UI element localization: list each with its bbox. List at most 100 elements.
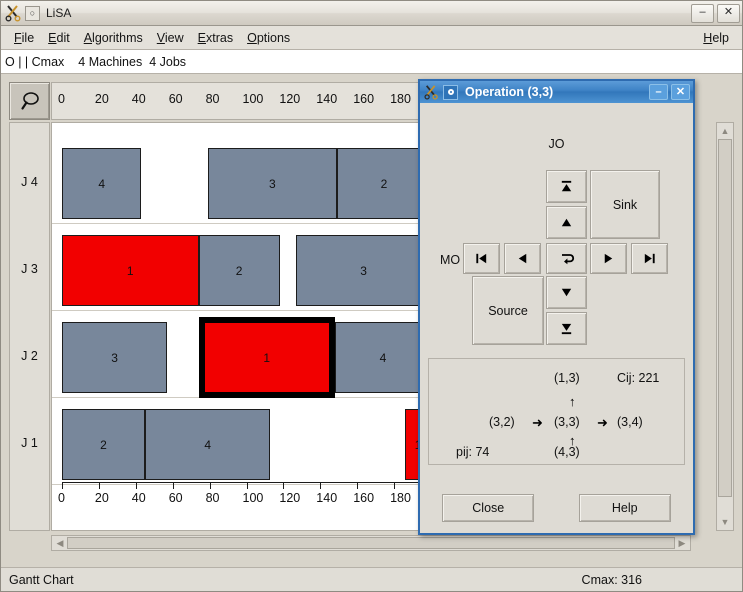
dialog-close-action-button[interactable]: Close bbox=[442, 494, 535, 522]
scissors-icon bbox=[5, 4, 23, 22]
info-bottom-op: (4,3) bbox=[554, 445, 580, 459]
job-row-label: J 4 bbox=[21, 175, 38, 189]
minimize-button[interactable]: – bbox=[691, 3, 714, 23]
main-titlebar: ○ LiSA – ✕ bbox=[1, 1, 742, 26]
gantt-bar-label: 2 bbox=[100, 437, 107, 452]
menu-options[interactable]: Options bbox=[240, 29, 297, 47]
axis-tick bbox=[394, 482, 396, 489]
dialog-minimize-button[interactable]: – bbox=[649, 84, 668, 100]
scroll-right-arrow-icon[interactable]: ▶ bbox=[675, 536, 689, 550]
gantt-operation-bar[interactable]: 4 bbox=[335, 322, 431, 393]
gantt-operation-bar[interactable]: 1 bbox=[62, 235, 199, 306]
gantt-operation-bar[interactable]: 4 bbox=[62, 148, 142, 219]
status-cmax-text: Cmax: 316 bbox=[581, 572, 642, 587]
gantt-bar-label: 4 bbox=[98, 176, 105, 191]
mo-last-button[interactable] bbox=[631, 243, 668, 274]
operation-info-panel: (1,3) Cij: 221 ↑ (3,2) ➜ (3,3) ➜ (3,4) ↑… bbox=[428, 358, 685, 465]
gantt-operation-bar[interactable]: 2 bbox=[198, 235, 280, 306]
axis-tick-label: 100 bbox=[242, 491, 264, 505]
window-title: LiSA bbox=[46, 6, 72, 20]
jo-last-button[interactable] bbox=[546, 312, 587, 345]
axis-tick bbox=[320, 482, 322, 489]
scroll-left-arrow-icon[interactable]: ◀ bbox=[53, 536, 67, 550]
ruler-tick-label: 40 bbox=[131, 92, 146, 106]
gantt-operation-bar[interactable]: 3 bbox=[296, 235, 431, 306]
ruler-tick-label: 120 bbox=[279, 92, 301, 106]
mo-prev-button[interactable] bbox=[504, 243, 541, 274]
menu-help[interactable]: Help bbox=[696, 29, 736, 47]
axis-tick-label: 160 bbox=[353, 491, 375, 505]
gantt-operation-bar[interactable]: 4 bbox=[145, 409, 271, 480]
ruler-tick-label: 0 bbox=[58, 92, 65, 106]
horizontal-scroll-thumb[interactable] bbox=[67, 537, 675, 549]
horizontal-scrollbar[interactable]: ◀ ▶ bbox=[51, 535, 691, 551]
source-button[interactable]: Source bbox=[472, 276, 544, 345]
vertical-scrollbar[interactable]: ▲ ▼ bbox=[716, 122, 734, 531]
axis-tick bbox=[357, 482, 359, 489]
axis-tick bbox=[98, 482, 100, 489]
arrow-right-left-icon: ➜ bbox=[532, 415, 543, 430]
vertical-scroll-thumb[interactable] bbox=[718, 139, 732, 497]
dialog-help-label: Help bbox=[611, 501, 638, 515]
ruler-tick-label: 180 bbox=[390, 92, 411, 106]
arrow-right-right-icon: ➜ bbox=[597, 415, 608, 430]
job-row-label: J 1 bbox=[21, 436, 38, 450]
job-row-label: J 2 bbox=[21, 349, 38, 363]
problem-machines: 4 Machines bbox=[78, 54, 143, 69]
dialog-body: JO MO Sink Source (1,3) Cij: 221 ↑ (3,2)… bbox=[420, 103, 693, 533]
scroll-down-arrow-icon[interactable]: ▼ bbox=[718, 515, 732, 529]
problem-bar: O | | Cmax 4 Machines 4 Jobs bbox=[1, 50, 742, 74]
mo-label: MO bbox=[440, 253, 461, 267]
window-menu-icon[interactable]: ○ bbox=[25, 5, 40, 21]
ruler-tick-label: 100 bbox=[242, 92, 264, 106]
ruler-tick-label: 80 bbox=[205, 92, 220, 106]
navigation-panel: JO MO Sink Source bbox=[420, 103, 693, 353]
menu-file[interactable]: File bbox=[7, 29, 41, 47]
sink-button[interactable]: Sink bbox=[590, 170, 660, 239]
scissors-icon bbox=[424, 84, 440, 100]
menu-edit[interactable]: Edit bbox=[41, 29, 77, 47]
mo-first-button[interactable] bbox=[463, 243, 500, 274]
info-top-op: (1,3) bbox=[554, 371, 580, 385]
axis-tick-label: 20 bbox=[94, 491, 109, 505]
axis-tick bbox=[62, 482, 63, 489]
ruler-tick-label: 60 bbox=[168, 92, 183, 106]
jo-next-button[interactable] bbox=[546, 276, 587, 309]
gantt-operation-bar[interactable]: 3 bbox=[62, 322, 168, 393]
statusbar: Gantt Chart Cmax: 316 bbox=[1, 567, 742, 591]
gantt-bar-label: 4 bbox=[379, 350, 387, 365]
mo-next-button[interactable] bbox=[590, 243, 627, 274]
axis-tick bbox=[135, 482, 137, 489]
dialog-minimize-label: – bbox=[655, 85, 662, 98]
sink-label: Sink bbox=[612, 197, 638, 212]
mo-center-button[interactable] bbox=[546, 243, 587, 274]
dialog-help-button[interactable]: Help bbox=[578, 494, 671, 522]
gantt-operation-bar[interactable]: 2 bbox=[62, 409, 146, 480]
status-left-text: Gantt Chart bbox=[9, 572, 74, 587]
info-cij: Cij: 221 bbox=[617, 371, 660, 385]
gantt-operation-bar[interactable]: 3 bbox=[207, 148, 337, 219]
gantt-operation-bar[interactable]: 1 bbox=[198, 317, 336, 398]
gantt-bar-label: 1 bbox=[263, 350, 271, 365]
axis-tick-label: 180 bbox=[390, 491, 411, 505]
dialog-close-button[interactable]: ✕ bbox=[671, 84, 690, 100]
close-label: ✕ bbox=[723, 5, 734, 18]
gantt-bar-label: 3 bbox=[360, 263, 367, 278]
jo-prev-button[interactable] bbox=[546, 206, 587, 239]
scroll-up-arrow-icon[interactable]: ▲ bbox=[718, 124, 732, 138]
menu-extras[interactable]: Extras bbox=[191, 29, 240, 47]
axis-tick bbox=[246, 482, 248, 489]
axis-tick-label: 140 bbox=[316, 491, 338, 505]
close-button[interactable]: ✕ bbox=[717, 3, 740, 23]
ruler-tick-label: 140 bbox=[316, 92, 338, 106]
magnifier-icon[interactable] bbox=[9, 82, 50, 120]
menu-view[interactable]: View bbox=[150, 29, 191, 47]
gantt-operation-bar[interactable]: 2 bbox=[336, 148, 431, 219]
job-row-label: J 3 bbox=[21, 262, 38, 276]
jo-first-button[interactable] bbox=[546, 170, 587, 203]
axis-tick bbox=[283, 482, 285, 489]
arrow-up-top-icon: ↑ bbox=[569, 394, 576, 409]
gear-icon[interactable] bbox=[443, 84, 458, 100]
dialog-action-row: Close Help bbox=[420, 493, 693, 523]
menu-algorithms[interactable]: Algorithms bbox=[77, 29, 150, 47]
